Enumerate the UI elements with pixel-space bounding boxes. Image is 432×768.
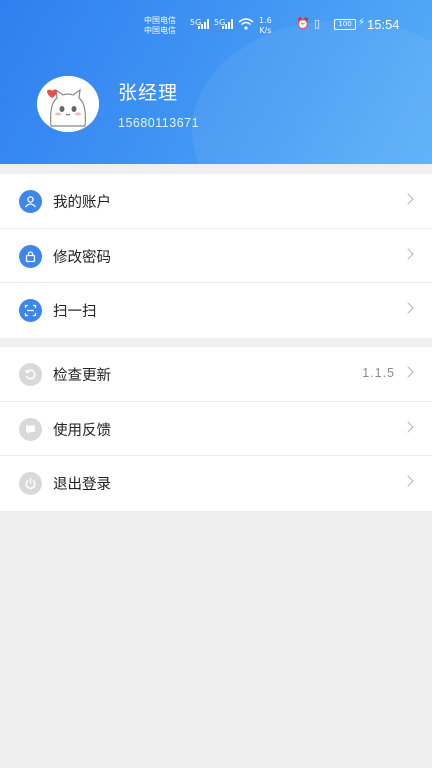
chevron-right-icon <box>402 302 414 314</box>
menu-item-feedback[interactable]: 使用反馈 <box>0 402 432 456</box>
status-bar: 中国电信 中国电信 5G 5G 1.6 K/s ⏰ ▯ 100 ⚡ 15:54 <box>0 0 432 38</box>
menu-label: 修改密码 <box>53 249 111 266</box>
carrier-2: 中国电信 <box>144 26 176 35</box>
message-icon <box>19 417 42 441</box>
cat-avatar-icon <box>37 76 99 132</box>
power-icon <box>19 472 42 495</box>
carrier-1: 中国电信 <box>144 16 176 25</box>
vibrate-icon: ▯ <box>314 17 321 30</box>
wifi-icon <box>238 18 254 30</box>
signal-icon <box>222 19 233 29</box>
lock-icon <box>19 244 42 268</box>
chevron-right-icon <box>402 366 414 378</box>
carrier-info: 中国电信 中国电信 <box>144 16 176 36</box>
menu-group-account: 我的账户 修改密码 扫一扫 <box>0 174 432 338</box>
clock: 15:54 <box>367 17 400 32</box>
menu-item-change-password[interactable]: 修改密码 <box>0 229 432 283</box>
menu-group-system: 检查更新 1.1.5 使用反馈 退出登录 <box>0 347 432 511</box>
avatar[interactable] <box>37 76 99 132</box>
chevron-right-icon <box>402 475 414 487</box>
app-version: 1.1.5 <box>362 366 395 380</box>
user-name: 张经理 <box>118 82 179 104</box>
scan-icon <box>19 299 42 322</box>
chevron-right-icon <box>402 193 414 205</box>
menu-label: 我的账户 <box>53 195 111 211</box>
refresh-icon <box>19 363 42 386</box>
menu-label: 使用反馈 <box>53 422 111 439</box>
menu-label: 检查更新 <box>53 368 111 384</box>
alarm-icon: ⏰ <box>296 17 310 30</box>
chevron-right-icon <box>402 247 414 260</box>
chevron-right-icon <box>402 420 414 433</box>
user-icon <box>19 190 42 213</box>
menu-label: 扫一扫 <box>53 304 97 320</box>
charging-icon: ⚡ <box>358 17 366 28</box>
menu-item-logout[interactable]: 退出登录 <box>0 456 432 511</box>
battery-indicator: 100 <box>334 19 356 30</box>
menu-item-check-update[interactable]: 检查更新 1.1.5 <box>0 347 432 402</box>
menu-item-scan[interactable]: 扫一扫 <box>0 283 432 338</box>
menu-item-my-account[interactable]: 我的账户 <box>0 174 432 229</box>
signal-icon <box>198 19 209 29</box>
menu-label: 退出登录 <box>53 477 111 493</box>
network-speed: 1.6 K/s <box>259 16 272 35</box>
user-phone: 15680113671 <box>118 116 200 130</box>
